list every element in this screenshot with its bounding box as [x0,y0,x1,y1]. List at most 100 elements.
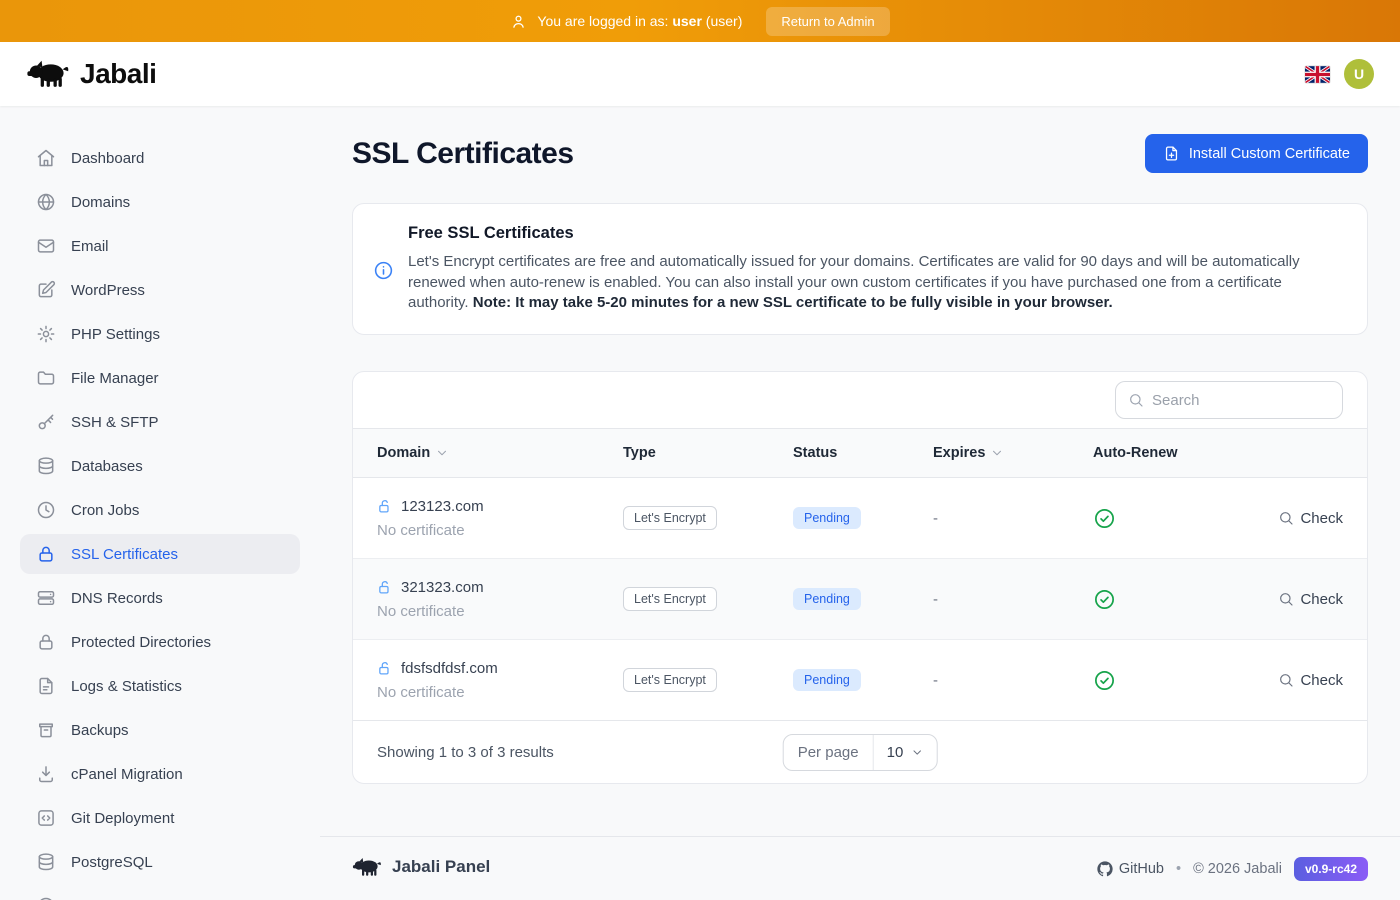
sidebar-item-cpanel-migration[interactable]: cPanel Migration [20,754,300,794]
table-header-row: Domain Type Status Expires Auto-Renew [353,428,1367,478]
domain-cell: 123123.comNo certificate [377,498,623,539]
return-to-admin-button[interactable]: Return to Admin [766,7,889,36]
mail-icon [36,236,56,256]
sidebar-nav: DashboardDomainsEmailWordPressPHP Settin… [0,106,320,900]
certificate-status-subtitle: No certificate [377,603,623,620]
auto-renew-toggle[interactable] [1093,588,1247,611]
sidebar-item-logs-statistics[interactable]: Logs & Statistics [20,666,300,706]
footer-brand: Jabali Panel [392,857,490,877]
free-ssl-info-card: Free SSL Certificates Let's Encrypt cert… [352,203,1368,335]
code-icon [36,808,56,828]
sidebar-item-wordpress[interactable]: WordPress [20,270,300,310]
check-certificate-button[interactable]: Check [1247,510,1343,527]
footer-separator: • [1176,861,1181,877]
info-card-title: Free SSL Certificates [408,224,1339,243]
boar-logo-icon [352,857,382,877]
table-body: 123123.comNo certificateLet's EncryptPen… [353,478,1367,721]
status-badge: Pending [793,588,861,610]
edit-icon [36,280,56,300]
domain-name: 123123.com [401,498,484,515]
unlock-icon [377,579,394,596]
clock-icon [36,500,56,520]
check-certificate-button[interactable]: Check [1247,672,1343,689]
globe-icon [36,192,56,212]
column-header-status: Status [793,445,933,461]
install-custom-certificate-button[interactable]: Install Custom Certificate [1145,134,1368,173]
circle-icon [36,896,56,900]
search-input[interactable] [1152,392,1330,409]
certificate-status-subtitle: No certificate [377,684,623,701]
page-footer: Jabali Panel GitHub • © 2026 Jabali v0.9… [320,836,1400,881]
domain-name: 321323.com [401,579,484,596]
column-header-domain[interactable]: Domain [377,445,623,461]
expires-value: - [933,591,1093,608]
auto-renew-toggle[interactable] [1093,507,1247,530]
check-certificate-button[interactable]: Check [1247,591,1343,608]
per-page-control: Per page 10 [783,734,938,771]
impersonation-role: (user) [706,13,743,29]
sidebar-item-file-manager[interactable]: File Manager [20,358,300,398]
database-icon [36,852,56,872]
impersonation-bar: You are logged in as: user (user) Return… [0,0,1400,42]
domain-name: fdsfsdfdsf.com [401,660,498,677]
sidebar-item-ssh-sftp[interactable]: SSH & SFTP [20,402,300,442]
unlock-icon [377,660,394,677]
sidebar-item-ssl-certificates[interactable]: SSL Certificates [20,534,300,574]
per-page-label: Per page [784,735,874,770]
github-icon [1097,861,1113,877]
chevron-down-icon [435,446,449,460]
status-badge: Pending [793,669,861,691]
chevron-down-icon [910,746,923,759]
file-plus-icon [1163,145,1180,162]
sidebar-item-domains[interactable]: Domains [20,182,300,222]
impersonation-username: user [672,13,702,29]
sidebar-item-git-deployment[interactable]: Git Deployment [20,798,300,838]
sidebar-item-email[interactable]: Email [20,226,300,266]
type-badge: Let's Encrypt [623,587,717,611]
table-footer: Showing 1 to 3 of 3 results Per page 10 [353,721,1367,783]
home-icon [36,148,56,168]
sidebar-item-postgresql[interactable]: PostgreSQL [20,842,300,882]
auto-renew-toggle[interactable] [1093,669,1247,692]
column-header-type: Type [623,445,793,461]
expires-value: - [933,672,1093,689]
server-icon [36,588,56,608]
sidebar-item-backups[interactable]: Backups [20,710,300,750]
sidebar-item-dashboard[interactable]: Dashboard [20,138,300,178]
search-icon [1278,591,1294,607]
sidebar-item-cron-jobs[interactable]: Cron Jobs [20,490,300,530]
gear-icon [36,324,56,344]
sidebar-item-php-settings[interactable]: PHP Settings [20,314,300,354]
sidebar-item-clipped-item[interactable] [20,886,300,900]
footer-copyright: © 2026 Jabali [1193,861,1282,877]
table-row: 321323.com No certificateLet's Encrypt Pen… [353,559,1367,640]
chevron-down-icon [990,446,1004,460]
domain-cell: 321323.com No certificate [377,579,623,620]
page-title: SSL Certificates [352,137,574,171]
app-header: Jabali U [0,42,1400,106]
lock-icon [36,544,56,564]
per-page-select[interactable]: 10 [874,735,937,770]
language-flag-uk-icon[interactable] [1305,66,1330,83]
results-summary: Showing 1 to 3 of 3 results [377,744,554,761]
github-link[interactable]: GitHub [1097,861,1164,877]
brand-logo[interactable]: Jabali [26,58,156,90]
search-icon [1278,510,1294,526]
check-circle-icon [1093,588,1116,611]
domain-cell: fdsfsdfdsf.com No certificate [377,660,623,701]
info-card-body: Let's Encrypt certificates are free and … [408,252,1339,314]
expires-value: - [933,510,1093,527]
type-badge: Let's Encrypt [623,668,717,692]
download-icon [36,764,56,784]
sidebar-item-dns-records[interactable]: DNS Records [20,578,300,618]
sidebar-item-databases[interactable]: Databases [20,446,300,486]
key-icon [36,412,56,432]
table-search [1115,381,1343,419]
impersonation-message: You are logged in as: user (user) [537,13,742,29]
info-icon [373,224,394,314]
folder-icon [36,368,56,388]
column-header-expires[interactable]: Expires [933,445,1093,461]
user-avatar[interactable]: U [1344,59,1374,89]
sidebar-item-protected-directories[interactable]: Protected Directories [20,622,300,662]
column-header-auto-renew: Auto-Renew [1093,445,1247,461]
